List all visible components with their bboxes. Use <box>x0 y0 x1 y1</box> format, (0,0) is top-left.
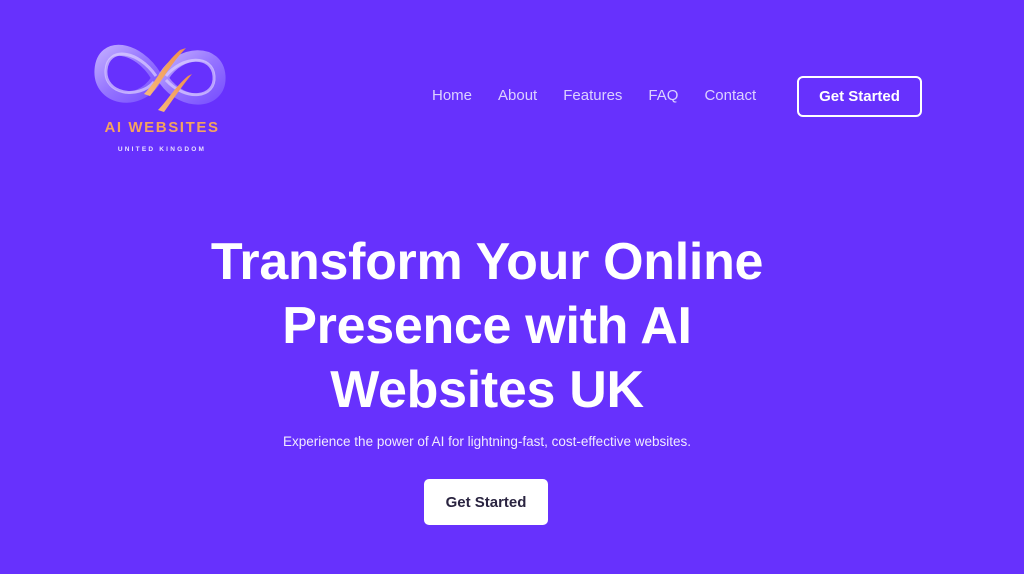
hero-title-line: Websites UK <box>330 361 644 419</box>
logo-title: AI WEBSITES <box>104 119 220 136</box>
hero-title: Transform Your Online Presence with AI W… <box>180 230 794 422</box>
nav-link-features[interactable]: Features <box>563 86 622 106</box>
nav-link-home[interactable]: Home <box>432 86 472 106</box>
header-get-started-button[interactable]: Get Started <box>797 76 922 117</box>
hero-get-started-button[interactable]: Get Started <box>424 479 548 525</box>
hero-title-line: Presence with AI <box>282 297 692 355</box>
hero-subtitle: Experience the power of AI for lightning… <box>283 434 691 449</box>
nav-link-about[interactable]: About <box>498 86 537 106</box>
nav-link-faq[interactable]: FAQ <box>648 86 678 106</box>
logo-subtitle: UNITED KINGDOM <box>117 146 207 153</box>
nav-link-contact[interactable]: Contact <box>704 86 756 106</box>
main-nav: Home About Features FAQ Contact <box>432 86 782 106</box>
infinity-swirl-logo-icon <box>94 44 226 112</box>
hero-title-line: Transform Your Online <box>210 233 764 291</box>
brand-logo[interactable]: AI WEBSITES UNITED KINGDOM <box>92 36 232 158</box>
